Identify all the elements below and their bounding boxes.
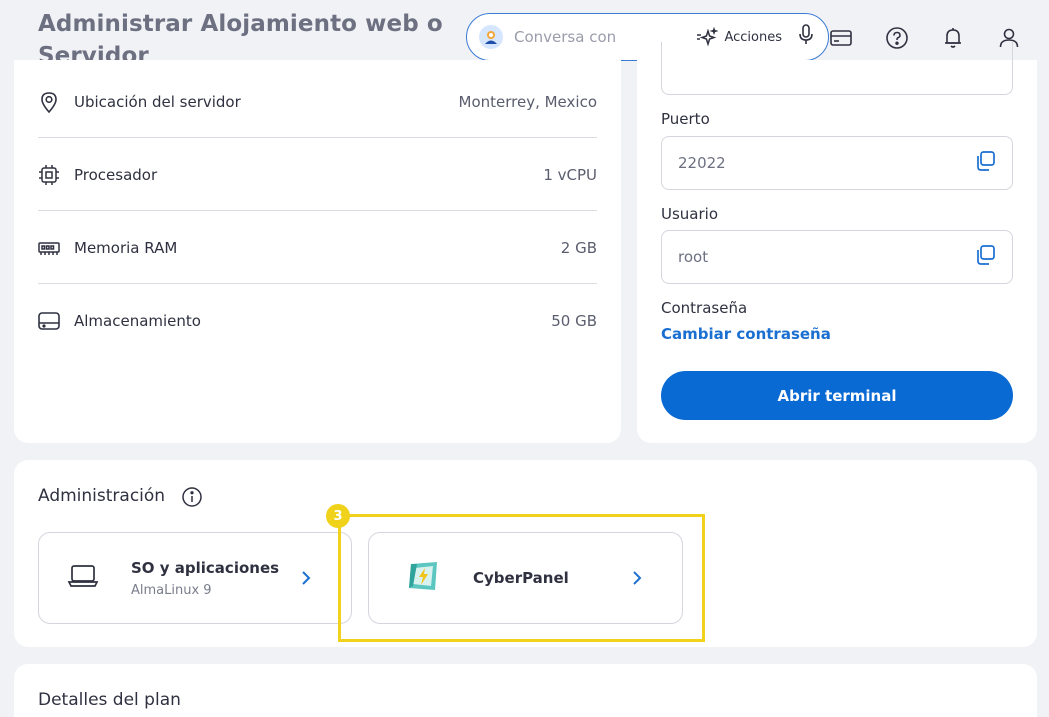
spec-label: Ubicación del servidor	[74, 92, 241, 111]
plan-details-title: Detalles del plan	[38, 690, 181, 710]
storage-icon	[38, 310, 60, 332]
copy-icon[interactable]	[974, 150, 996, 176]
user-value: root	[678, 248, 709, 266]
location-pin-icon	[38, 91, 60, 113]
spec-label: Almacenamiento	[74, 311, 201, 330]
spec-value: Monterrey, Mexico	[458, 92, 598, 111]
spec-value: 1 vCPU	[543, 165, 597, 184]
password-label: Contraseña	[661, 299, 748, 317]
port-label: Puerto	[661, 110, 710, 128]
ip-address-field-partial	[661, 42, 1013, 95]
assistant-avatar-icon	[479, 25, 503, 49]
tutorial-highlight-box	[338, 514, 705, 642]
spec-row-storage: Almacenamiento 50 GB	[38, 284, 597, 357]
spec-row-location: Ubicación del servidor Monterrey, Mexico	[38, 65, 597, 138]
chevron-right-icon	[297, 569, 315, 587]
ram-icon	[38, 237, 60, 259]
step-number-badge: 3	[326, 504, 350, 528]
open-terminal-button[interactable]: Abrir terminal	[661, 371, 1013, 420]
change-password-link[interactable]: Cambiar contraseña	[661, 325, 831, 343]
port-value: 22022	[678, 154, 726, 172]
copy-icon[interactable]	[974, 244, 996, 270]
cpu-icon	[38, 164, 60, 186]
spec-value: 50 GB	[551, 311, 597, 330]
spec-label: Memoria RAM	[74, 238, 178, 257]
administration-title: Administración	[38, 486, 166, 506]
spec-row-ram: Memoria RAM 2 GB	[38, 211, 597, 284]
laptop-icon	[67, 563, 99, 593]
os-applications-tile[interactable]: SO y aplicaciones AlmaLinux 9	[38, 532, 352, 624]
spec-value: 2 GB	[560, 238, 597, 257]
info-icon[interactable]	[181, 486, 203, 512]
user-field: root	[661, 230, 1013, 284]
os-tile-text: SO y aplicaciones AlmaLinux 9	[131, 559, 297, 598]
os-tile-sub: AlmaLinux 9	[131, 582, 212, 598]
user-label: Usuario	[661, 205, 719, 223]
spec-row-processor: Procesador 1 vCPU	[38, 138, 597, 211]
os-tile-name: SO y aplicaciones	[131, 558, 280, 577]
port-field: 22022	[661, 136, 1013, 190]
spec-label: Procesador	[74, 165, 158, 184]
